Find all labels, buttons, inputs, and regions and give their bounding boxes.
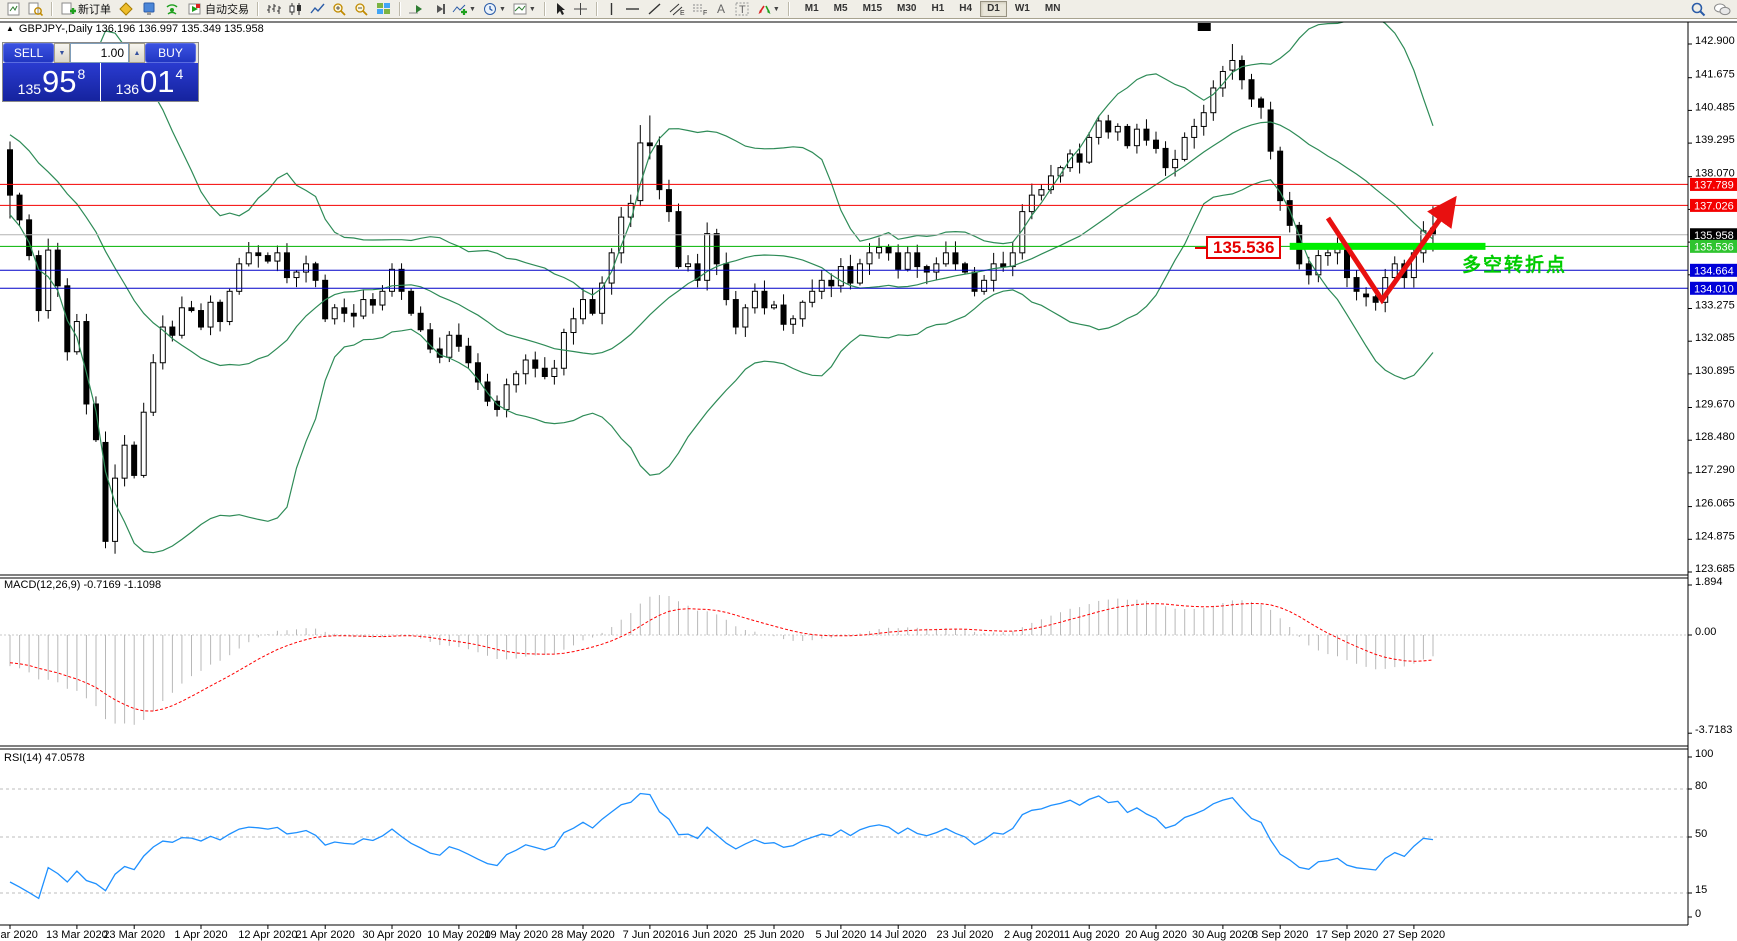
svg-text:134.664: 134.664	[1694, 265, 1734, 277]
svg-text:13 Mar 2020: 13 Mar 2020	[46, 929, 108, 941]
chart-header: ▲ GBPJPY-,Daily 136.196 136.997 135.349 …	[6, 23, 264, 35]
svg-text:10 May 2020: 10 May 2020	[427, 929, 491, 941]
svg-text:27 Sep 2020: 27 Sep 2020	[1383, 929, 1445, 941]
volume-decrease-button[interactable]: ▼	[54, 43, 70, 63]
sell-price-small: 135	[17, 81, 42, 97]
buy-price-big: 01	[140, 64, 175, 99]
svg-text:129.670: 129.670	[1695, 399, 1735, 411]
svg-text:-3.7183: -3.7183	[1695, 724, 1732, 736]
svg-text:5 Jul 2020: 5 Jul 2020	[816, 929, 867, 941]
svg-text:4 Mar 2020: 4 Mar 2020	[0, 929, 38, 941]
svg-text:23 Jul 2020: 23 Jul 2020	[937, 929, 994, 941]
svg-text:134.010: 134.010	[1694, 283, 1734, 295]
svg-text:21 Apr 2020: 21 Apr 2020	[296, 929, 355, 941]
svg-text:137.789: 137.789	[1694, 179, 1734, 191]
svg-text:1 Apr 2020: 1 Apr 2020	[174, 929, 227, 941]
svg-text:16 Jun 2020: 16 Jun 2020	[677, 929, 738, 941]
svg-text:128.480: 128.480	[1695, 431, 1735, 443]
turning-point-note[interactable]: 多空转折点	[1462, 250, 1567, 277]
svg-text:130.895: 130.895	[1695, 365, 1735, 377]
symbol-marker-icon: ▲	[6, 24, 14, 33]
svg-text:28 May 2020: 28 May 2020	[551, 929, 615, 941]
svg-text:139.295: 139.295	[1695, 134, 1735, 146]
svg-text:141.675: 141.675	[1695, 69, 1735, 81]
sell-price-panel[interactable]: 135 95 8	[3, 63, 100, 101]
macd-pane-label: MACD(12,26,9) -0.7169 -1.1098	[4, 579, 162, 591]
svg-text:127.290: 127.290	[1695, 464, 1735, 476]
one-click-trading-widget: SELL ▼ ▲ BUY 135 95 8 136 01 4	[2, 42, 199, 102]
svg-text:12 Apr 2020: 12 Apr 2020	[238, 929, 297, 941]
bollinger-bands	[9, 22, 1434, 554]
svg-text:14 Jul 2020: 14 Jul 2020	[870, 929, 927, 941]
svg-text:25 Jun 2020: 25 Jun 2020	[744, 929, 805, 941]
svg-text:7 Jun 2020: 7 Jun 2020	[623, 929, 677, 941]
rsi-pane-label: RSI(14) 47.0578	[4, 752, 85, 764]
svg-text:137.026: 137.026	[1694, 200, 1734, 212]
sell-price-big: 95	[42, 64, 77, 99]
macd-signal-line	[9, 602, 1434, 712]
svg-text:20 Aug 2020: 20 Aug 2020	[1125, 929, 1187, 941]
svg-text:15: 15	[1695, 884, 1707, 896]
svg-text:19 May 2020: 19 May 2020	[484, 929, 548, 941]
sell-button[interactable]: SELL	[3, 43, 54, 63]
svg-text:11 Aug 2020: 11 Aug 2020	[1059, 929, 1120, 941]
svg-text:80: 80	[1695, 780, 1707, 792]
one-click-price-row: 135 95 8 136 01 4	[3, 63, 198, 101]
svg-text:142.900: 142.900	[1695, 35, 1735, 47]
support-price-tag[interactable]: 135.536	[1194, 236, 1282, 259]
sell-price-sup: 8	[77, 66, 86, 82]
svg-text:23 Mar 2020: 23 Mar 2020	[103, 929, 165, 941]
svg-text:126.065: 126.065	[1695, 498, 1735, 510]
support-highlight-bar	[1289, 242, 1486, 250]
svg-text:17 Sep 2020: 17 Sep 2020	[1316, 929, 1378, 941]
rsi-pane	[0, 788, 1688, 900]
svg-text:30 Aug 2020: 30 Aug 2020	[1192, 929, 1254, 941]
volume-input[interactable]	[70, 43, 129, 63]
volume-increase-button[interactable]: ▲	[129, 43, 145, 63]
date-axis[interactable]: 4 Mar 2020 13 Mar 202023 Mar 2020 1 Apr 20…	[0, 925, 1445, 941]
candlesticks	[7, 44, 1436, 554]
symbol-ohlc-text: GBPJPY-,Daily 136.196 136.997 135.349 13…	[18, 23, 264, 35]
one-click-top-row: SELL ▼ ▲ BUY	[3, 43, 198, 63]
svg-text:124.875: 124.875	[1695, 530, 1735, 542]
svg-text:30 Apr 2020: 30 Apr 2020	[362, 929, 421, 941]
svg-text:50: 50	[1695, 828, 1707, 840]
chart-canvas[interactable]: 142.900141.675140.485139.295138.070136.8…	[0, 0, 1737, 941]
svg-text:123.685: 123.685	[1695, 563, 1735, 575]
svg-text:132.085: 132.085	[1695, 332, 1735, 344]
mt4-window: 新订单 自动交易 ▼ ▼ ▼ E F A T ▼ M1 M5 M15 M30 H…	[0, 0, 1737, 941]
svg-text:138.070: 138.070	[1695, 168, 1735, 180]
svg-text:133.275: 133.275	[1695, 300, 1735, 312]
svg-text:0: 0	[1695, 908, 1701, 920]
price-axis[interactable]: 142.900141.675140.485139.295138.070136.8…	[1688, 35, 1735, 920]
svg-text:1.894: 1.894	[1695, 576, 1723, 588]
rsi-line	[9, 792, 1434, 900]
svg-text:2 Aug 2020: 2 Aug 2020	[1004, 929, 1060, 941]
svg-text:0.00: 0.00	[1695, 626, 1716, 638]
macd-pane	[0, 595, 1688, 725]
pane-borders	[0, 21, 1737, 926]
buy-button[interactable]: BUY	[145, 43, 196, 63]
svg-text:8 Sep 2020: 8 Sep 2020	[1252, 929, 1308, 941]
buy-price-small: 136	[115, 81, 140, 97]
buy-price-panel[interactable]: 136 01 4	[101, 63, 198, 101]
svg-text:135.536: 135.536	[1694, 241, 1734, 253]
svg-text:100: 100	[1695, 748, 1713, 760]
svg-text:140.485: 140.485	[1695, 101, 1735, 113]
price-levels	[0, 183, 1688, 289]
shift-marker	[1197, 23, 1211, 31]
buy-price-sup: 4	[175, 66, 184, 82]
